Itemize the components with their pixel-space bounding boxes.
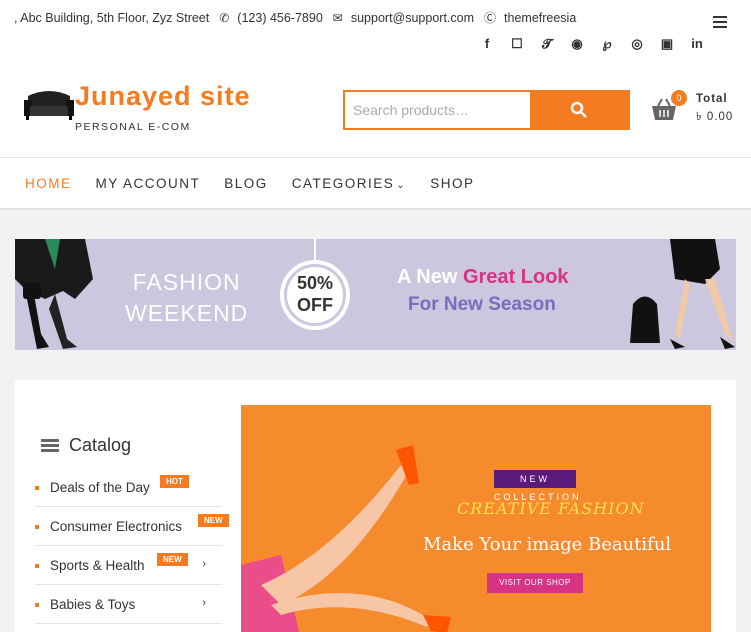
sofa-logo-icon[interactable] <box>22 82 76 122</box>
hamburger-menu-icon[interactable] <box>713 16 727 28</box>
chevron-right-icon: › <box>202 597 206 609</box>
hot-badge: HOT <box>160 475 189 488</box>
cart-count-badge: 0 <box>671 90 687 106</box>
chevron-down-icon: ⌄ <box>396 180 407 191</box>
contact-info: , Abc Building, 5th Floor, Zyz Street ✆ … <box>14 10 576 26</box>
promo-headline: CREATIVE FASHION <box>457 499 645 518</box>
banner-tagline-1: A New Great Look <box>397 266 569 289</box>
top-bar: , Abc Building, 5th Floor, Zyz Street ✆ … <box>0 0 751 70</box>
site-header: Junayed site PERSONAL E-COM 0 Total ৳ 0.… <box>0 70 751 158</box>
email-text[interactable]: support@support.com <box>351 10 474 26</box>
phone-text[interactable]: (123) 456-7890 <box>237 10 322 26</box>
email-icon: ✉ <box>332 11 343 25</box>
dribbble-icon[interactable]: ◎ <box>622 35 652 53</box>
banner-tagline-2: For New Season <box>408 294 556 315</box>
nav-categories-label: CATEGORIES <box>291 176 395 191</box>
flickr-icon[interactable]: ▣ <box>652 35 682 53</box>
cart-total-value: ৳ 0.00 <box>696 111 734 123</box>
cart-total-label: Total <box>696 93 728 105</box>
facebook-icon[interactable]: f <box>472 35 502 53</box>
nav-shop[interactable]: SHOP <box>430 176 474 191</box>
chevron-right-icon: › <box>202 558 206 570</box>
nav-blog[interactable]: BLOG <box>224 176 268 191</box>
catalog-list: Deals of the Day HOT Consumer Electronic… <box>35 468 229 624</box>
fashion-weekend-banner[interactable]: FASHION WEEKEND 50% OFF A New Great Look… <box>15 239 736 350</box>
catalog-item-label: Babies & Toys <box>50 596 136 612</box>
tag-a-new: A New <box>397 266 458 288</box>
social-links: f ☐ 𝓣 ◉ ℘ ◎ ▣ in <box>472 35 712 53</box>
offer-text: 50% OFF <box>280 272 350 316</box>
new-collection-tag: NEW COLLECTION <box>494 470 579 502</box>
promo-legs-illustration <box>241 405 711 632</box>
main-content: Catalog Deals of the Day HOT Consumer El… <box>15 380 736 632</box>
offer-percent: 50% <box>296 273 334 293</box>
banner-line-1: FASHION <box>132 269 241 295</box>
catalog-header: Catalog <box>41 435 131 456</box>
pinterest-icon[interactable]: ℘ <box>592 35 622 53</box>
linkedin-icon[interactable]: in <box>682 35 712 53</box>
phone-icon: ✆ <box>219 11 230 25</box>
nav-my-account[interactable]: MY ACCOUNT <box>96 176 201 191</box>
catalog-item-deals[interactable]: Deals of the Day HOT <box>35 468 222 507</box>
search-icon <box>570 101 587 118</box>
instagram-icon[interactable]: ☐ <box>502 35 532 53</box>
tag-great-look: Great Look <box>462 266 569 288</box>
catalog-item-sports[interactable]: Sports & Health NEW › <box>35 546 222 585</box>
nav-home[interactable]: HOME <box>25 176 72 191</box>
catalog-title: Catalog <box>69 435 132 455</box>
catalog-item-label: Consumer Electronics <box>50 518 183 534</box>
promo-slider[interactable]: NEW COLLECTION CREATIVE FASHION Make You… <box>241 405 711 632</box>
catalog-item-babies[interactable]: Babies & Toys › <box>35 585 222 624</box>
product-search <box>343 90 630 130</box>
offer-off: OFF <box>297 295 333 315</box>
address-text: , Abc Building, 5th Floor, Zyz Street <box>14 11 210 25</box>
catalog-item-label: Sports & Health <box>50 557 145 573</box>
visit-shop-button[interactable]: VISIT OUR SHOP <box>487 573 583 593</box>
search-input[interactable] <box>345 92 530 128</box>
google-plus-icon[interactable]: ◉ <box>562 35 592 53</box>
banner-line-2: WEEKEND <box>125 300 249 326</box>
site-description: PERSONAL E-COM <box>75 121 191 133</box>
list-icon <box>41 439 59 452</box>
catalog-item-electronics[interactable]: Consumer Electronics NEW <box>35 507 229 546</box>
promo-subline: Make Your image Beautiful <box>423 534 672 555</box>
skype-icon: Ⓒ <box>484 11 497 25</box>
skype-text[interactable]: themefreesia <box>504 10 576 26</box>
banner-models-illustration <box>15 239 735 349</box>
nav-categories[interactable]: CATEGORIES ⌄ <box>292 176 406 191</box>
new-badge: NEW <box>198 514 229 527</box>
twitter-icon[interactable]: 𝓣 <box>532 35 562 53</box>
catalog-item-label: Deals of the Day <box>50 479 150 495</box>
search-button[interactable] <box>530 92 628 128</box>
new-badge: NEW <box>157 553 188 566</box>
site-title[interactable]: Junayed site <box>75 81 251 112</box>
main-navigation: HOME MY ACCOUNT BLOG CATEGORIES ⌄ SHOP <box>0 158 751 209</box>
fashion-weekend-text: FASHION WEEKEND <box>125 267 248 329</box>
